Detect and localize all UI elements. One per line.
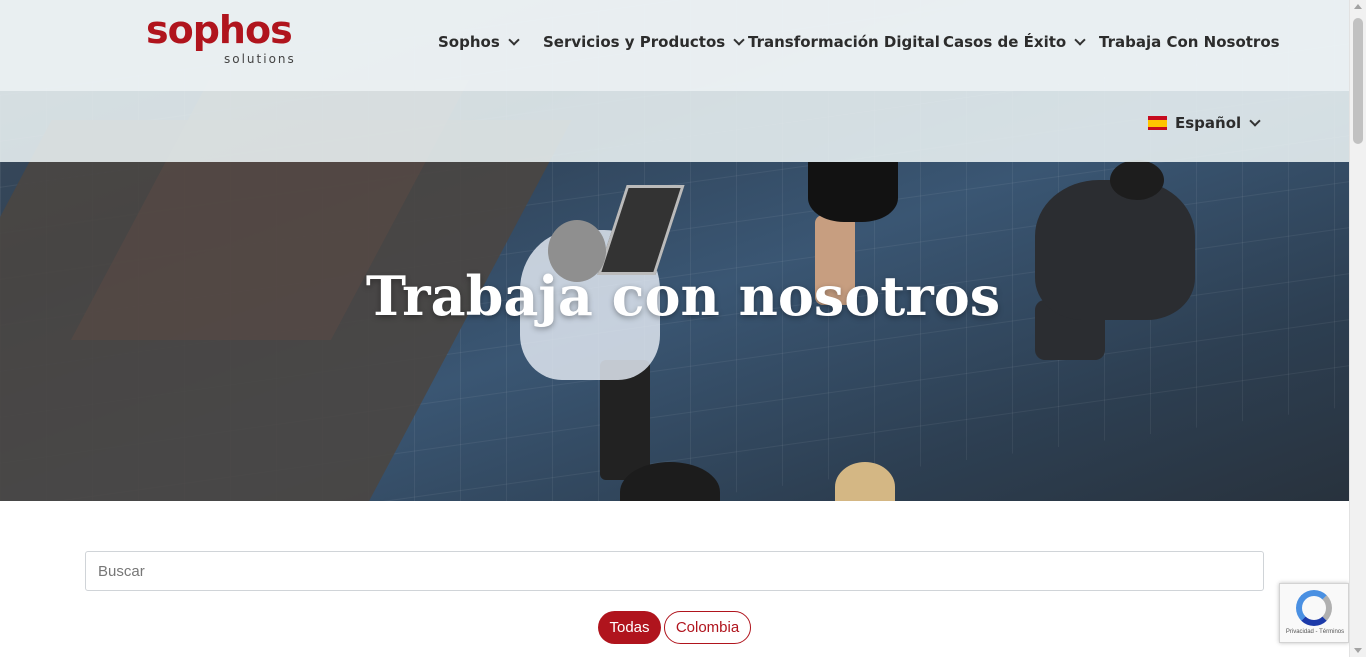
nav-item-label: Sophos bbox=[438, 33, 500, 51]
page: sophos solutions Sophos Servicios y Prod… bbox=[0, 0, 1349, 657]
scroll-down-arrow-icon[interactable] bbox=[1354, 648, 1362, 653]
filter-todas[interactable]: Todas bbox=[598, 611, 661, 644]
top-navbar: sophos solutions Sophos Servicios y Prod… bbox=[0, 0, 1349, 91]
chevron-down-icon bbox=[1074, 33, 1086, 46]
chevron-down-icon bbox=[1249, 114, 1261, 127]
nav-item-casos-de-exito[interactable]: Casos de Éxito bbox=[943, 31, 1086, 53]
nav-item-trabaja-con-nosotros[interactable]: Trabaja Con Nosotros bbox=[1099, 31, 1280, 53]
scroll-thumb[interactable] bbox=[1353, 18, 1363, 144]
language-selector[interactable]: Español bbox=[1148, 112, 1261, 134]
recaptcha-badge[interactable]: Privacidad - Términos bbox=[1279, 583, 1349, 643]
recaptcha-links[interactable]: Privacidad - Términos bbox=[1280, 629, 1350, 635]
nav-item-label: Casos de Éxito bbox=[943, 33, 1067, 51]
language-label: Español bbox=[1175, 114, 1242, 132]
logo-text: sophos bbox=[146, 8, 293, 52]
vertical-scrollbar[interactable] bbox=[1349, 0, 1366, 657]
nav-item-label: Servicios y Productos bbox=[543, 33, 726, 51]
logo-subtext: solutions bbox=[224, 52, 296, 66]
hero-title: Trabaja con nosotros bbox=[365, 264, 1001, 328]
nav-item-label: Transformación Digital bbox=[748, 33, 940, 51]
scroll-up-arrow-icon[interactable] bbox=[1354, 4, 1362, 9]
nav-item-transformacion-digital[interactable]: Transformación Digital bbox=[748, 31, 940, 53]
nav-item-label: Trabaja Con Nosotros bbox=[1099, 33, 1280, 51]
nav-item-sophos[interactable]: Sophos bbox=[438, 31, 520, 53]
filter-colombia[interactable]: Colombia bbox=[664, 611, 751, 644]
person-walking bbox=[808, 162, 898, 222]
language-bar bbox=[0, 91, 1349, 162]
spain-flag-icon bbox=[1148, 116, 1167, 130]
nav-item-servicios-y-productos[interactable]: Servicios y Productos bbox=[543, 31, 745, 53]
chevron-down-icon bbox=[733, 33, 745, 46]
person-head bbox=[1110, 160, 1164, 200]
filter-label: Todas bbox=[609, 619, 650, 636]
chevron-down-icon bbox=[508, 33, 520, 46]
search-input[interactable] bbox=[85, 551, 1264, 591]
sophos-logo[interactable]: sophos solutions bbox=[146, 8, 306, 72]
recaptcha-icon bbox=[1296, 590, 1332, 626]
filter-label: Colombia bbox=[675, 619, 740, 636]
